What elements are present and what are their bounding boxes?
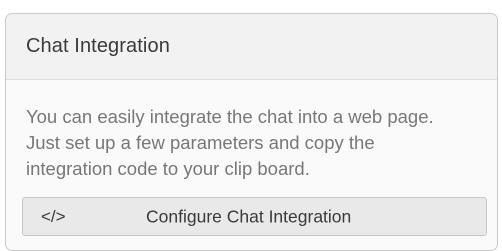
configure-chat-integration-button[interactable]: </> Configure Chat Integration [22,197,487,236]
panel-body: You can easily integrate the chat into a… [6,80,497,236]
panel-description: You can easily integrate the chat into a… [26,106,434,179]
code-icon: </> [41,206,66,226]
panel-title: Chat Integration [26,35,170,57]
panel-header: Chat Integration [6,14,497,80]
configure-button-label: Configure Chat Integration [146,206,352,226]
chat-integration-panel: Chat Integration You can easily integrat… [5,13,498,251]
